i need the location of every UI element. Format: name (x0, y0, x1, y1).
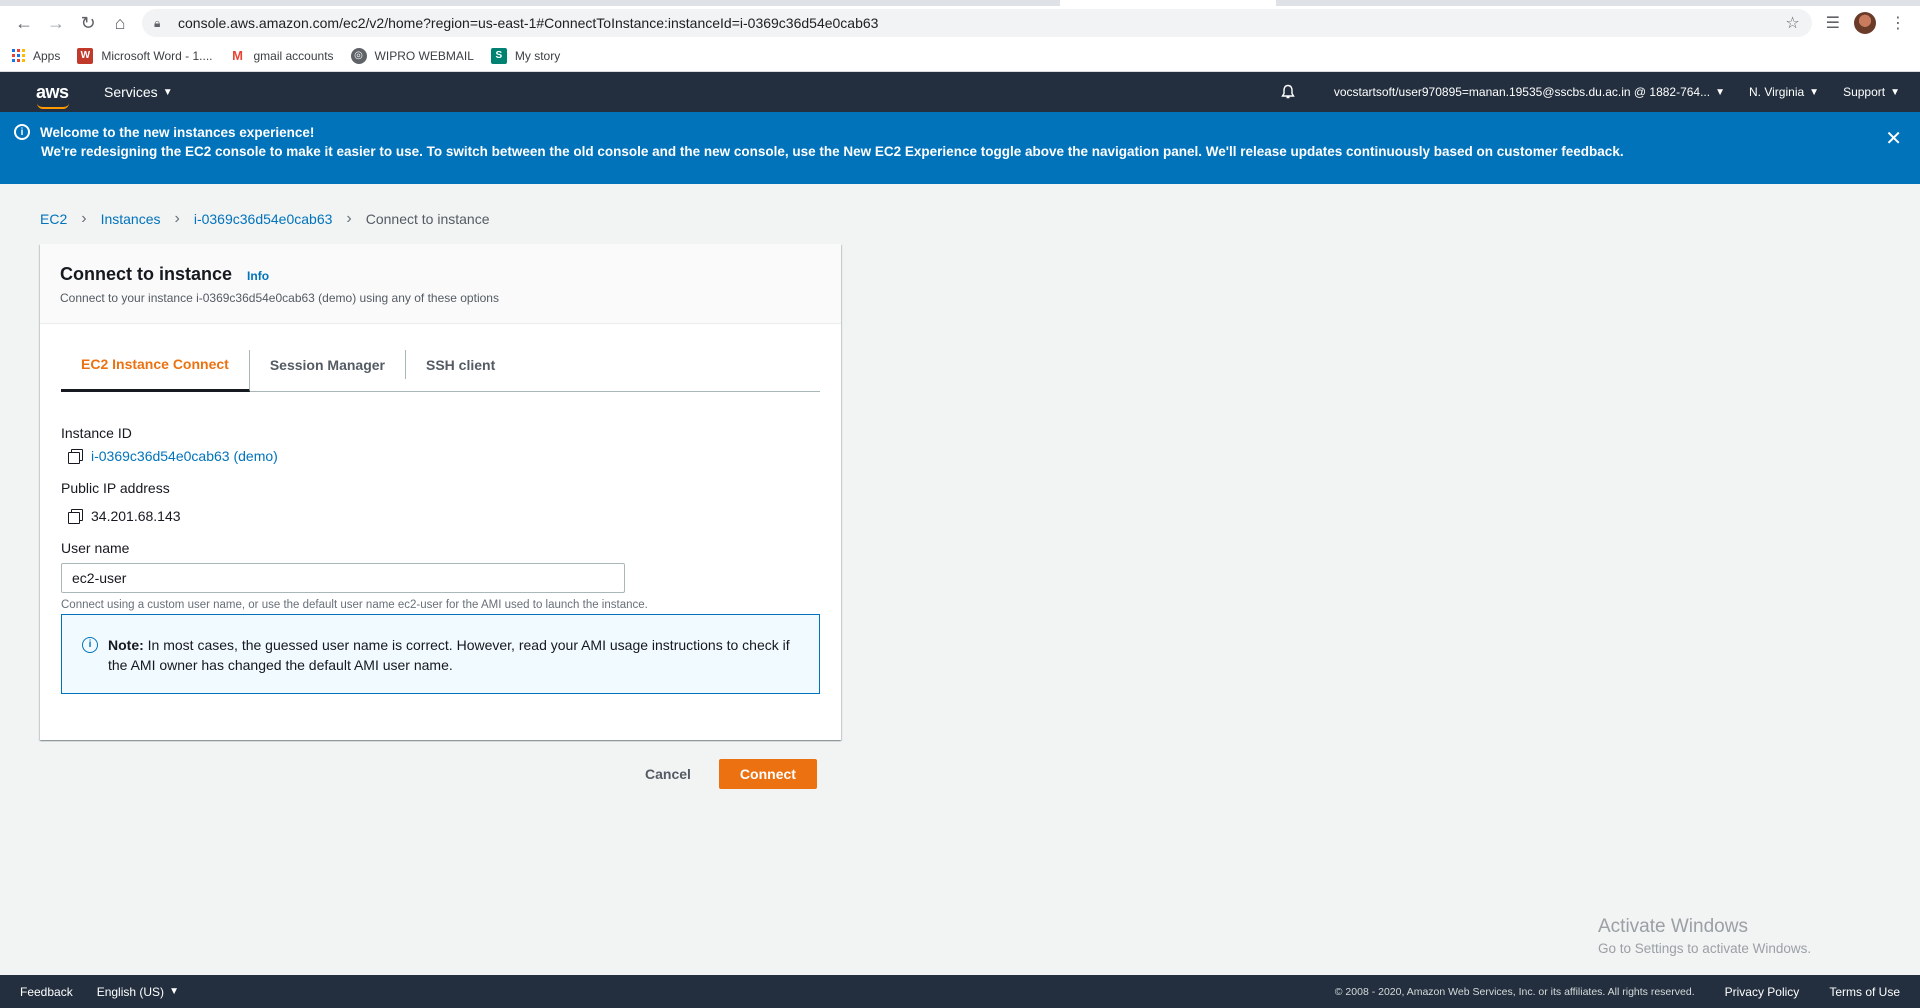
language-label: English (US) (96, 984, 165, 999)
browser-toolbar: ← → ↻ ⌂ 🔒︎ console.aws.amazon.com/ec2/v2… (0, 6, 1920, 40)
gmail-icon: M (229, 47, 246, 64)
bookmark-wipro[interactable]: ◎ WIPRO WEBMAIL (350, 47, 474, 64)
bookmark-label: WIPRO WEBMAIL (374, 48, 474, 63)
aws-smile-icon (37, 103, 69, 109)
reading-list-icon[interactable]: ☰ (1826, 13, 1840, 33)
apps-grid-icon (12, 49, 25, 62)
tab-ec2-instance-connect[interactable]: EC2 Instance Connect (61, 350, 250, 392)
aws-top-nav: aws Services ▼ vocstartsoft/user970895=ma… (0, 72, 1920, 112)
connect-button[interactable]: Connect (718, 759, 817, 789)
connect-tabs: EC2 Instance Connect Session Manager SSH… (61, 350, 820, 392)
forward-icon[interactable]: → (40, 9, 72, 37)
public-ip-value: 34.201.68.143 (91, 508, 181, 524)
info-link[interactable]: Info (247, 269, 269, 283)
public-ip-label: Public IP address (61, 480, 170, 496)
note-alert: i Note: In most cases, the guessed user … (61, 614, 820, 694)
page-title: Connect to instance (60, 264, 233, 284)
browser-active-tab[interactable] (1060, 0, 1276, 6)
bookmark-label: gmail accounts (253, 48, 334, 63)
bookmark-label: My story (514, 48, 561, 63)
address-url[interactable]: console.aws.amazon.com/ec2/v2/home?regio… (178, 15, 1785, 31)
globe-icon: ◎ (350, 47, 367, 64)
address-bar[interactable]: 🔒︎ console.aws.amazon.com/ec2/v2/home?re… (142, 9, 1812, 37)
chevron-right-icon: › (174, 210, 180, 227)
panel-subtitle: Connect to your instance i-0369c36d54e0c… (60, 291, 499, 305)
caret-down-icon: ▼ (1890, 86, 1900, 98)
bookmark-label: Apps (33, 48, 61, 63)
caret-down-icon: ▼ (169, 986, 179, 997)
aws-footer: Feedback English (US) ▼ © 2008 - 2020, Am… (0, 975, 1920, 1008)
connect-panel: Connect to instance Info Connect to your… (40, 244, 841, 740)
feedback-link[interactable]: Feedback (20, 985, 73, 999)
services-menu[interactable]: Services ▼ (104, 84, 173, 100)
chevron-right-icon: › (81, 210, 87, 227)
instance-id-link[interactable]: i-0369c36d54e0cab63 (demo) (91, 448, 278, 464)
profile-avatar[interactable] (1854, 12, 1876, 34)
bookmark-label: Microsoft Word - 1.... (101, 48, 213, 63)
breadcrumb: EC2 › Instances › i-0369c36d54e0cab63 › … (40, 210, 489, 228)
caret-down-icon: ▼ (1715, 86, 1726, 98)
account-menu[interactable]: vocstartsoft/user970895=manan.19535@sscb… (1334, 85, 1725, 99)
tab-session-manager[interactable]: Session Manager (250, 350, 406, 379)
word-icon: W (77, 47, 94, 64)
bookmark-mystory[interactable]: S My story (490, 47, 561, 64)
aws-logo[interactable]: aws (36, 81, 72, 109)
home-icon[interactable]: ⌂ (104, 9, 136, 37)
region-label: N. Virginia (1749, 85, 1805, 99)
info-icon: i (14, 124, 30, 140)
copyright-text: © 2008 - 2020, Amazon Web Services, Inc.… (1334, 985, 1695, 998)
windows-activation-watermark: Activate Windows Go to Settings to activ… (1598, 916, 1811, 956)
breadcrumb-instances[interactable]: Instances (101, 211, 161, 227)
form-actions: Cancel Connect (645, 759, 817, 789)
note-bold: Note: (108, 637, 144, 653)
copy-icon[interactable] (68, 449, 83, 464)
aws-logo-text: aws (36, 81, 69, 102)
terms-of-use-link[interactable]: Terms of Use (1829, 985, 1900, 999)
support-menu[interactable]: Support ▼ (1843, 85, 1900, 99)
breadcrumb-instance-id[interactable]: i-0369c36d54e0cab63 (194, 211, 333, 227)
copy-icon[interactable] (68, 509, 83, 524)
username-label: User name (61, 540, 130, 556)
lock-icon: 🔒︎ (154, 15, 161, 30)
banner-title: Welcome to the new instances experience! (40, 124, 315, 140)
banner-text: We're redesigning the EC2 console to mak… (41, 144, 1624, 159)
cancel-button[interactable]: Cancel (645, 766, 691, 782)
panel-header: Connect to instance Info Connect to your… (40, 244, 841, 324)
username-input[interactable]: ec2-user (61, 563, 625, 593)
watermark-title: Activate Windows (1598, 916, 1748, 937)
watermark-subtitle: Go to Settings to activate Windows. (1598, 941, 1812, 956)
chrome-menu-icon[interactable]: ⋮ (1890, 13, 1906, 33)
bookmark-word[interactable]: W Microsoft Word - 1.... (77, 47, 213, 64)
region-menu[interactable]: N. Virginia ▼ (1749, 85, 1819, 99)
caret-down-icon: ▼ (162, 86, 173, 98)
breadcrumb-current: Connect to instance (365, 211, 490, 227)
info-icon: i (82, 637, 98, 653)
username-hint: Connect using a custom user name, or use… (61, 599, 648, 611)
bookmark-gmail[interactable]: M gmail accounts (229, 47, 334, 64)
sway-icon: S (490, 47, 507, 64)
close-icon[interactable]: ✕ (1885, 126, 1902, 151)
bell-icon[interactable] (1280, 84, 1296, 100)
back-icon[interactable]: ← (8, 9, 40, 37)
support-label: Support (1843, 85, 1886, 99)
chevron-right-icon: › (346, 210, 352, 227)
privacy-policy-link[interactable]: Privacy Policy (1725, 985, 1800, 999)
tab-ssh-client[interactable]: SSH client (406, 350, 515, 379)
account-label: vocstartsoft/user970895=manan.19535@sscb… (1333, 85, 1711, 99)
bookmark-apps[interactable]: Apps (12, 49, 60, 63)
note-text: In most cases, the guessed user name is … (108, 637, 790, 673)
reload-icon[interactable]: ↻ (72, 9, 104, 37)
bookmarks-bar: Apps W Microsoft Word - 1.... M gmail ac… (0, 40, 1920, 72)
bookmark-star-icon[interactable]: ☆ (1785, 13, 1799, 33)
breadcrumb-ec2[interactable]: EC2 (40, 211, 67, 227)
language-selector[interactable]: English (US) ▼ (97, 985, 179, 999)
new-experience-banner: i Welcome to the new instances experience… (0, 112, 1920, 184)
instance-id-label: Instance ID (61, 425, 132, 441)
services-label: Services (104, 84, 158, 100)
browser-tabstrip (0, 0, 1920, 6)
caret-down-icon: ▼ (1809, 86, 1820, 98)
